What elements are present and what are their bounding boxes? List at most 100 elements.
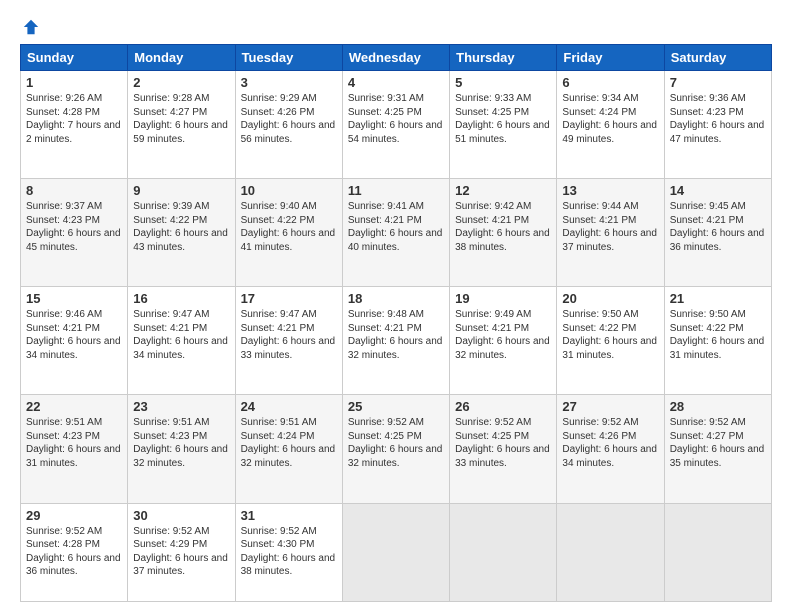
day-cell-2: 2 Sunrise: 9:28 AMSunset: 4:27 PMDayligh…	[128, 71, 235, 179]
calendar: SundayMondayTuesdayWednesdayThursdayFrid…	[20, 44, 772, 602]
day-cell-17: 17 Sunrise: 9:47 AMSunset: 4:21 PMDaylig…	[235, 287, 342, 395]
day-header-thursday: Thursday	[450, 45, 557, 71]
header	[20, 18, 772, 34]
day-info: Sunrise: 9:51 AMSunset: 4:23 PMDaylight:…	[133, 417, 228, 469]
day-info: Sunrise: 9:34 AMSunset: 4:24 PMDaylight:…	[562, 93, 657, 145]
day-cell-16: 16 Sunrise: 9:47 AMSunset: 4:21 PMDaylig…	[128, 287, 235, 395]
day-info: Sunrise: 9:51 AMSunset: 4:23 PMDaylight:…	[26, 417, 121, 469]
day-info: Sunrise: 9:36 AMSunset: 4:23 PMDaylight:…	[670, 93, 765, 145]
day-number: 3	[241, 75, 337, 90]
day-header-friday: Friday	[557, 45, 664, 71]
day-cell-4: 4 Sunrise: 9:31 AMSunset: 4:25 PMDayligh…	[342, 71, 449, 179]
day-info: Sunrise: 9:47 AMSunset: 4:21 PMDaylight:…	[133, 309, 228, 361]
day-number: 10	[241, 183, 337, 198]
day-cell-5: 5 Sunrise: 9:33 AMSunset: 4:25 PMDayligh…	[450, 71, 557, 179]
day-header-wednesday: Wednesday	[342, 45, 449, 71]
day-info: Sunrise: 9:52 AMSunset: 4:25 PMDaylight:…	[348, 417, 443, 469]
day-cell-10: 10 Sunrise: 9:40 AMSunset: 4:22 PMDaylig…	[235, 179, 342, 287]
day-info: Sunrise: 9:47 AMSunset: 4:21 PMDaylight:…	[241, 309, 336, 361]
day-info: Sunrise: 9:42 AMSunset: 4:21 PMDaylight:…	[455, 201, 550, 253]
logo-icon	[22, 18, 40, 36]
day-cell-24: 24 Sunrise: 9:51 AMSunset: 4:24 PMDaylig…	[235, 395, 342, 503]
day-cell-25: 25 Sunrise: 9:52 AMSunset: 4:25 PMDaylig…	[342, 395, 449, 503]
day-header-tuesday: Tuesday	[235, 45, 342, 71]
day-info: Sunrise: 9:51 AMSunset: 4:24 PMDaylight:…	[241, 417, 336, 469]
day-header-monday: Monday	[128, 45, 235, 71]
day-number: 20	[562, 291, 658, 306]
day-info: Sunrise: 9:50 AMSunset: 4:22 PMDaylight:…	[562, 309, 657, 361]
day-info: Sunrise: 9:52 AMSunset: 4:26 PMDaylight:…	[562, 417, 657, 469]
day-info: Sunrise: 9:40 AMSunset: 4:22 PMDaylight:…	[241, 201, 336, 253]
day-number: 27	[562, 399, 658, 414]
day-number: 11	[348, 183, 444, 198]
day-info: Sunrise: 9:28 AMSunset: 4:27 PMDaylight:…	[133, 93, 228, 145]
day-cell-23: 23 Sunrise: 9:51 AMSunset: 4:23 PMDaylig…	[128, 395, 235, 503]
day-cell-27: 27 Sunrise: 9:52 AMSunset: 4:26 PMDaylig…	[557, 395, 664, 503]
empty-cell	[342, 503, 449, 601]
day-cell-15: 15 Sunrise: 9:46 AMSunset: 4:21 PMDaylig…	[21, 287, 128, 395]
day-number: 29	[26, 508, 122, 523]
day-number: 15	[26, 291, 122, 306]
day-info: Sunrise: 9:45 AMSunset: 4:21 PMDaylight:…	[670, 201, 765, 253]
day-info: Sunrise: 9:52 AMSunset: 4:28 PMDaylight:…	[26, 526, 121, 578]
day-header-sunday: Sunday	[21, 45, 128, 71]
day-cell-14: 14 Sunrise: 9:45 AMSunset: 4:21 PMDaylig…	[664, 179, 771, 287]
day-info: Sunrise: 9:33 AMSunset: 4:25 PMDaylight:…	[455, 93, 550, 145]
day-cell-11: 11 Sunrise: 9:41 AMSunset: 4:21 PMDaylig…	[342, 179, 449, 287]
day-number: 6	[562, 75, 658, 90]
day-info: Sunrise: 9:52 AMSunset: 4:27 PMDaylight:…	[670, 417, 765, 469]
page: SundayMondayTuesdayWednesdayThursdayFrid…	[0, 0, 792, 612]
day-cell-21: 21 Sunrise: 9:50 AMSunset: 4:22 PMDaylig…	[664, 287, 771, 395]
day-cell-3: 3 Sunrise: 9:29 AMSunset: 4:26 PMDayligh…	[235, 71, 342, 179]
day-cell-7: 7 Sunrise: 9:36 AMSunset: 4:23 PMDayligh…	[664, 71, 771, 179]
empty-cell	[450, 503, 557, 601]
day-number: 18	[348, 291, 444, 306]
day-info: Sunrise: 9:29 AMSunset: 4:26 PMDaylight:…	[241, 93, 336, 145]
day-number: 2	[133, 75, 229, 90]
day-cell-30: 30 Sunrise: 9:52 AMSunset: 4:29 PMDaylig…	[128, 503, 235, 601]
day-info: Sunrise: 9:52 AMSunset: 4:25 PMDaylight:…	[455, 417, 550, 469]
day-number: 24	[241, 399, 337, 414]
day-number: 4	[348, 75, 444, 90]
day-number: 25	[348, 399, 444, 414]
day-info: Sunrise: 9:46 AMSunset: 4:21 PMDaylight:…	[26, 309, 121, 361]
day-cell-1: 1 Sunrise: 9:26 AMSunset: 4:28 PMDayligh…	[21, 71, 128, 179]
empty-cell	[557, 503, 664, 601]
day-number: 12	[455, 183, 551, 198]
day-cell-29: 29 Sunrise: 9:52 AMSunset: 4:28 PMDaylig…	[21, 503, 128, 601]
day-number: 28	[670, 399, 766, 414]
day-cell-6: 6 Sunrise: 9:34 AMSunset: 4:24 PMDayligh…	[557, 71, 664, 179]
day-info: Sunrise: 9:41 AMSunset: 4:21 PMDaylight:…	[348, 201, 443, 253]
day-info: Sunrise: 9:49 AMSunset: 4:21 PMDaylight:…	[455, 309, 550, 361]
day-info: Sunrise: 9:44 AMSunset: 4:21 PMDaylight:…	[562, 201, 657, 253]
logo-text	[20, 18, 40, 36]
day-number: 17	[241, 291, 337, 306]
day-number: 16	[133, 291, 229, 306]
day-number: 1	[26, 75, 122, 90]
day-info: Sunrise: 9:52 AMSunset: 4:29 PMDaylight:…	[133, 526, 228, 578]
day-cell-31: 31 Sunrise: 9:52 AMSunset: 4:30 PMDaylig…	[235, 503, 342, 601]
day-cell-9: 9 Sunrise: 9:39 AMSunset: 4:22 PMDayligh…	[128, 179, 235, 287]
day-info: Sunrise: 9:39 AMSunset: 4:22 PMDaylight:…	[133, 201, 228, 253]
logo	[20, 18, 40, 34]
day-number: 26	[455, 399, 551, 414]
day-number: 23	[133, 399, 229, 414]
day-cell-19: 19 Sunrise: 9:49 AMSunset: 4:21 PMDaylig…	[450, 287, 557, 395]
day-info: Sunrise: 9:48 AMSunset: 4:21 PMDaylight:…	[348, 309, 443, 361]
day-info: Sunrise: 9:37 AMSunset: 4:23 PMDaylight:…	[26, 201, 121, 253]
day-info: Sunrise: 9:26 AMSunset: 4:28 PMDaylight:…	[26, 93, 121, 145]
day-number: 9	[133, 183, 229, 198]
day-info: Sunrise: 9:31 AMSunset: 4:25 PMDaylight:…	[348, 93, 443, 145]
day-header-saturday: Saturday	[664, 45, 771, 71]
empty-cell	[664, 503, 771, 601]
day-number: 5	[455, 75, 551, 90]
day-number: 7	[670, 75, 766, 90]
day-cell-28: 28 Sunrise: 9:52 AMSunset: 4:27 PMDaylig…	[664, 395, 771, 503]
header-row: SundayMondayTuesdayWednesdayThursdayFrid…	[21, 45, 772, 71]
day-number: 19	[455, 291, 551, 306]
day-number: 21	[670, 291, 766, 306]
day-number: 22	[26, 399, 122, 414]
day-info: Sunrise: 9:50 AMSunset: 4:22 PMDaylight:…	[670, 309, 765, 361]
day-cell-12: 12 Sunrise: 9:42 AMSunset: 4:21 PMDaylig…	[450, 179, 557, 287]
day-cell-26: 26 Sunrise: 9:52 AMSunset: 4:25 PMDaylig…	[450, 395, 557, 503]
